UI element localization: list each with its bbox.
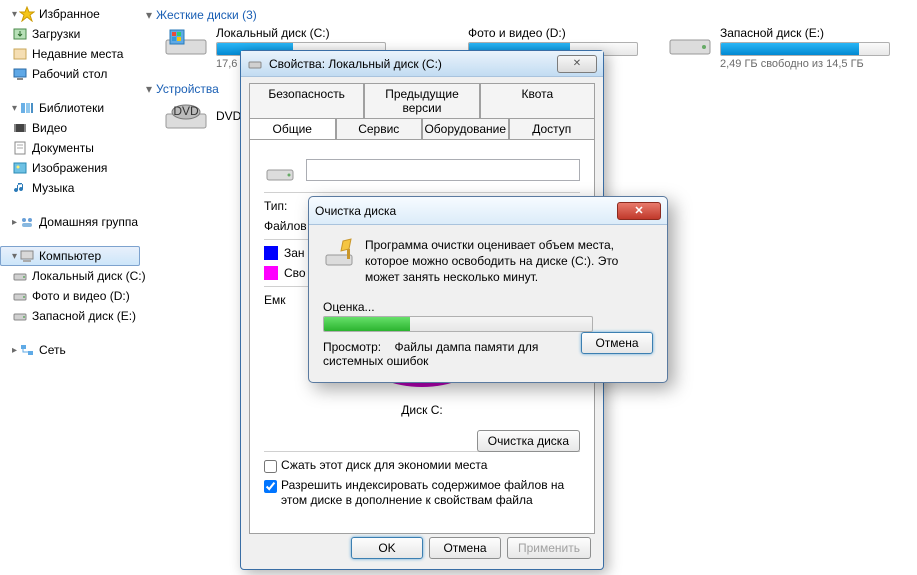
drive-icon: [164, 26, 208, 58]
cleanup-icon: [323, 237, 355, 269]
disk-cleanup-button[interactable]: Очистка диска: [477, 430, 580, 452]
music-icon: [12, 180, 28, 196]
downloads-icon: [12, 26, 28, 42]
sidebar-item-video[interactable]: Видео: [0, 118, 140, 138]
free-space-color-icon: [264, 266, 278, 280]
tab-previous-versions[interactable]: Предыдущие версии: [364, 83, 479, 118]
tab-tools[interactable]: Сервис: [336, 118, 423, 139]
documents-icon: [12, 140, 28, 156]
sidebar-item-homegroup[interactable]: ▸ Домашняя группа: [0, 212, 140, 232]
cleanup-titlebar[interactable]: Очистка диска ✕: [309, 197, 667, 225]
tab-hardware[interactable]: Оборудование: [422, 118, 509, 139]
disk-cleanup-dialog: Очистка диска ✕ Программа очистки оценив…: [308, 196, 668, 383]
recent-icon: [12, 46, 28, 62]
volume-label-input[interactable]: [306, 159, 580, 181]
star-icon: [19, 6, 35, 22]
close-button[interactable]: ✕: [557, 55, 597, 73]
drive-icon: [264, 154, 296, 186]
progress-bar: [323, 316, 593, 332]
index-checkbox[interactable]: [264, 480, 277, 493]
close-button[interactable]: ✕: [617, 202, 661, 220]
cleanup-message: Программа очистки оценивает объем места,…: [365, 237, 653, 286]
compress-checkbox[interactable]: [264, 460, 277, 473]
desktop-icon: [12, 66, 28, 82]
dvd-icon: DVD: [164, 100, 208, 132]
drive-icon: [12, 308, 28, 324]
sidebar-item-music[interactable]: Музыка: [0, 178, 140, 198]
sidebar-item-recent[interactable]: Недавние места: [0, 44, 140, 64]
sidebar-drive-d[interactable]: Фото и видео (D:): [0, 286, 140, 306]
homegroup-icon: [19, 214, 35, 230]
drive-icon: [12, 288, 28, 304]
pictures-icon: [12, 160, 28, 176]
navigation-pane: ▾ Избранное Загрузки Недавние места Рабо…: [0, 0, 140, 575]
tab-sharing[interactable]: Доступ: [509, 118, 596, 139]
sidebar-drive-c[interactable]: Локальный диск (C:): [0, 266, 140, 286]
used-space-color-icon: [264, 246, 278, 260]
sidebar-item-network[interactable]: ▸ Сеть: [0, 340, 140, 360]
properties-titlebar[interactable]: Свойства: Локальный диск (C:) ✕: [241, 51, 603, 77]
libraries-header[interactable]: ▾ Библиотеки: [0, 98, 140, 118]
ok-button[interactable]: OK: [351, 537, 423, 559]
cancel-button[interactable]: Отмена: [429, 537, 501, 559]
drive-icon: [668, 26, 712, 58]
apply-button[interactable]: Применить: [507, 537, 591, 559]
drive-icon: [12, 268, 28, 284]
libraries-icon: [19, 100, 35, 116]
tab-security[interactable]: Безопасность: [249, 83, 364, 118]
sidebar-item-pictures[interactable]: Изображения: [0, 158, 140, 178]
network-icon: [19, 342, 35, 358]
computer-icon: [19, 248, 35, 264]
sidebar-item-documents[interactable]: Документы: [0, 138, 140, 158]
video-icon: [12, 120, 28, 136]
tab-quota[interactable]: Квота: [480, 83, 595, 118]
drive-usage-bar: [720, 42, 890, 56]
sidebar-item-desktop[interactable]: Рабочий стол: [0, 64, 140, 84]
disk-label: Диск C:: [401, 403, 442, 417]
sidebar-item-downloads[interactable]: Загрузки: [0, 24, 140, 44]
assess-label: Оценка...: [323, 300, 653, 314]
sidebar-item-computer[interactable]: ▾ Компьютер: [0, 246, 140, 266]
favorites-header[interactable]: ▾ Избранное: [0, 4, 140, 24]
hdd-section-header[interactable]: ▾ Жесткие диски (3): [146, 8, 911, 22]
cancel-button[interactable]: Отмена: [581, 332, 653, 354]
sidebar-drive-e[interactable]: Запасной диск (E:): [0, 306, 140, 326]
favorites-label: Избранное: [39, 7, 100, 21]
drive-icon: [247, 56, 263, 72]
drive-e[interactable]: Запасной диск (E:) 2,49 ГБ свободно из 1…: [668, 26, 890, 70]
svg-text:DVD: DVD: [173, 104, 199, 118]
tab-general[interactable]: Общие: [249, 118, 336, 139]
